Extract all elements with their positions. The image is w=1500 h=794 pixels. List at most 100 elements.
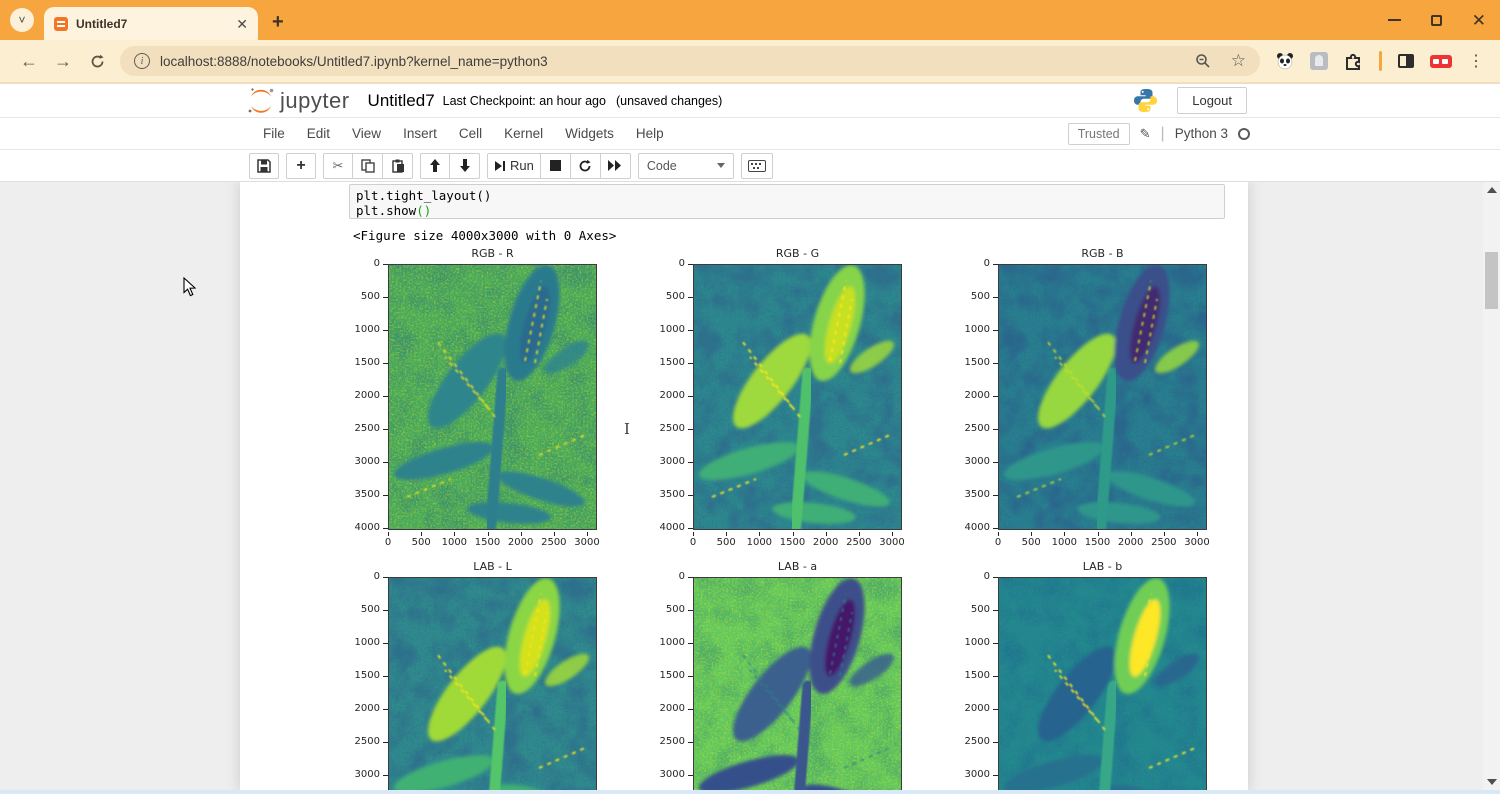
- code-cell-input[interactable]: plt.tight_layout() plt.show(): [349, 184, 1225, 219]
- panda-extension-icon[interactable]: [1276, 52, 1294, 70]
- run-label: Run: [510, 158, 534, 173]
- paste-cell-button[interactable]: [383, 153, 413, 179]
- move-cell-up-button[interactable]: [420, 153, 450, 179]
- heatmap-panel: [998, 264, 1207, 530]
- bookmark-star-icon[interactable]: ☆: [1231, 51, 1246, 71]
- new-tab-button[interactable]: +: [272, 11, 284, 34]
- scrollbar-down-icon[interactable]: [1487, 779, 1497, 785]
- menu-file[interactable]: File: [252, 120, 296, 147]
- x-tick-label: 1000: [437, 537, 471, 548]
- x-tick-label: 3000: [1180, 537, 1214, 548]
- toolbar-separator: [1379, 51, 1382, 71]
- keyboard-icon: [748, 160, 766, 172]
- x-tick-label: 0: [371, 537, 405, 548]
- save-icon: [257, 159, 271, 173]
- y-tick-mark: [993, 676, 998, 677]
- zoom-icon[interactable]: [1195, 53, 1211, 69]
- save-button[interactable]: [249, 153, 279, 179]
- x-tick-mark: [759, 532, 760, 536]
- scrollbar-up-icon[interactable]: [1487, 187, 1497, 193]
- menu-insert[interactable]: Insert: [392, 120, 448, 147]
- restart-run-all-button[interactable]: [601, 153, 631, 179]
- side-panel-icon[interactable]: [1398, 54, 1414, 68]
- x-tick-label: 0: [676, 537, 710, 548]
- y-tick-mark: [688, 709, 693, 710]
- y-tick-mark: [688, 396, 693, 397]
- y-tick-label: 0: [346, 258, 380, 269]
- y-tick-label: 2500: [651, 736, 685, 747]
- trusted-badge: Trusted: [1068, 123, 1130, 145]
- site-info-icon[interactable]: i: [134, 53, 150, 69]
- y-tick-mark: [383, 610, 388, 611]
- y-tick-mark: [993, 396, 998, 397]
- notebook-scroll-area[interactable]: plt.tight_layout() plt.show() <Figure si…: [0, 182, 1500, 790]
- menu-widgets[interactable]: Widgets: [554, 120, 625, 147]
- y-tick-mark: [688, 528, 693, 529]
- restart-kernel-button[interactable]: [571, 153, 601, 179]
- interrupt-kernel-button[interactable]: [541, 153, 571, 179]
- window-maximize-button[interactable]: [1431, 15, 1442, 26]
- menu-help[interactable]: Help: [625, 120, 675, 147]
- menu-cell[interactable]: Cell: [448, 120, 493, 147]
- logout-button[interactable]: Logout: [1177, 87, 1247, 114]
- forward-icon[interactable]: →: [46, 51, 80, 72]
- x-tick-mark: [1064, 532, 1065, 536]
- window-close-button[interactable]: ✕: [1472, 12, 1486, 29]
- x-tick-mark: [521, 532, 522, 536]
- y-tick-label: 2500: [956, 423, 990, 434]
- y-tick-label: 3500: [956, 489, 990, 500]
- refresh-icon[interactable]: [80, 53, 114, 70]
- menu-edit[interactable]: Edit: [296, 120, 341, 147]
- y-tick-label: 0: [346, 571, 380, 582]
- y-tick-label: 0: [956, 258, 990, 269]
- browser-menu-kebab-icon[interactable]: ⋮: [1468, 51, 1484, 71]
- run-cell-button[interactable]: Run: [487, 153, 541, 179]
- x-tick-mark: [554, 532, 555, 536]
- browser-tab[interactable]: Untitled7 ✕: [44, 7, 258, 40]
- cell-output-text: <Figure size 4000x3000 with 0 Axes>: [353, 228, 616, 243]
- page-scrollbar[interactable]: [1483, 182, 1500, 790]
- copy-icon: [361, 159, 375, 173]
- mouse-cursor: [183, 277, 197, 297]
- y-tick-mark: [993, 775, 998, 776]
- fast-forward-icon: [608, 160, 622, 171]
- y-tick-mark: [688, 330, 693, 331]
- x-tick-label: 2500: [1147, 537, 1181, 548]
- restart-icon: [578, 159, 592, 173]
- y-tick-label: 2500: [346, 736, 380, 747]
- red-extension-badge-icon[interactable]: [1430, 55, 1452, 68]
- y-tick-label: 1000: [346, 637, 380, 648]
- tab-close-icon[interactable]: ✕: [236, 17, 248, 31]
- jupyter-favicon-icon: [54, 17, 68, 31]
- jupyter-logo[interactable]: jupyter: [246, 86, 350, 116]
- x-tick-label: 500: [1014, 537, 1048, 548]
- y-tick-mark: [688, 363, 693, 364]
- y-tick-label: 1000: [346, 324, 380, 335]
- address-bar[interactable]: i localhost:8888/notebooks/Untitled7.ipy…: [120, 46, 1260, 76]
- cut-icon: ✂: [333, 158, 344, 174]
- copy-cell-button[interactable]: [353, 153, 383, 179]
- command-palette-button[interactable]: [741, 153, 773, 179]
- cell-type-select[interactable]: Code: [638, 153, 734, 179]
- x-tick-mark: [892, 532, 893, 536]
- y-tick-mark: [383, 264, 388, 265]
- insert-cell-button[interactable]: +: [286, 153, 316, 179]
- menu-kernel[interactable]: Kernel: [493, 120, 554, 147]
- extensions-puzzle-icon[interactable]: [1344, 52, 1363, 71]
- url-text[interactable]: localhost:8888/notebooks/Untitled7.ipynb…: [160, 54, 1185, 69]
- scrollbar-thumb[interactable]: [1485, 252, 1498, 309]
- menu-view[interactable]: View: [341, 120, 392, 147]
- y-tick-mark: [383, 709, 388, 710]
- cut-cell-button[interactable]: ✂: [323, 153, 353, 179]
- browser-titlebar: ˅ Untitled7 ✕ + ✕: [0, 0, 1500, 40]
- back-icon[interactable]: ←: [12, 51, 46, 72]
- y-tick-mark: [383, 775, 388, 776]
- code-line-1: plt.tight_layout(): [356, 188, 1218, 203]
- x-tick-mark: [793, 532, 794, 536]
- window-minimize-button[interactable]: [1388, 19, 1401, 21]
- profile-avatar-icon[interactable]: [1310, 52, 1328, 70]
- tab-search-chevron-icon[interactable]: ˅: [10, 8, 34, 32]
- notebook-title[interactable]: Untitled7: [368, 91, 435, 111]
- move-cell-down-button[interactable]: [450, 153, 480, 179]
- y-tick-mark: [383, 396, 388, 397]
